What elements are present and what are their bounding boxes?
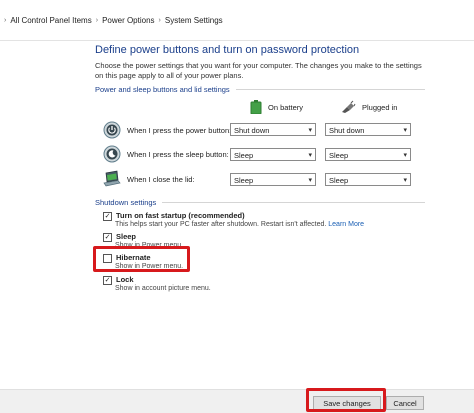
buttons-section-header: Power and sleep buttons and lid settings <box>95 85 425 94</box>
breadcrumb-power-options[interactable]: Power Options <box>102 16 154 25</box>
chevron-right-icon: › <box>4 17 7 24</box>
laptop-lid-icon <box>103 170 121 187</box>
lock-checkbox[interactable]: ✓ <box>103 276 112 285</box>
learn-more-link[interactable]: Learn More <box>328 221 364 228</box>
hibernate-highlight <box>93 246 190 272</box>
chevron-right-icon: › <box>158 17 161 24</box>
chevron-right-icon: › <box>95 17 99 24</box>
save-highlight <box>306 388 386 412</box>
lid-plugged-value: Sleep <box>329 176 349 185</box>
section-divider <box>235 89 425 90</box>
section-divider <box>162 202 425 203</box>
sleep-label: Sleep <box>116 232 137 241</box>
power-button-plugged-value: Shut down <box>329 126 365 135</box>
lock-option[interactable]: ✓ Lock <box>103 275 134 285</box>
lid-label: When I close the lid: <box>127 174 195 184</box>
lid-battery-value: Sleep <box>234 176 254 185</box>
address-bar: › All Control Panel Items › Power Option… <box>0 0 474 41</box>
sleep-button-icon <box>103 145 121 163</box>
cancel-button[interactable]: Cancel <box>386 396 424 410</box>
fast-startup-option[interactable]: ✓ Turn on fast startup (recommended) <box>103 211 245 221</box>
sleep-option[interactable]: ✓ Sleep <box>103 232 136 242</box>
breadcrumb-system-settings[interactable]: System Settings <box>165 16 223 25</box>
sleep-button-row: When I press the sleep button: <box>103 145 229 163</box>
chevron-down-icon: ▾ <box>403 152 407 159</box>
power-button-battery-select[interactable]: Shut down ▾ <box>230 123 316 136</box>
sleep-checkbox[interactable]: ✓ <box>103 233 112 242</box>
power-button-plugged-select[interactable]: Shut down ▾ <box>325 123 411 136</box>
sleep-button-plugged-value: Sleep <box>329 151 349 160</box>
fast-startup-label: Turn on fast startup (recommended) <box>116 211 245 220</box>
power-button-row: When I press the power button: <box>103 121 231 139</box>
checkmark-icon: ✓ <box>104 213 111 220</box>
power-button-icon <box>103 121 121 139</box>
column-plugged-in: Plugged in <box>340 100 397 114</box>
fast-startup-checkbox[interactable]: ✓ <box>103 212 112 221</box>
chevron-down-icon: ▾ <box>308 127 312 134</box>
checkmark-icon: ✓ <box>104 277 111 284</box>
breadcrumb-all-items[interactable]: All Control Panel Items <box>10 16 91 25</box>
buttons-section-title: Power and sleep buttons and lid settings <box>95 85 230 94</box>
lid-plugged-select[interactable]: Sleep ▾ <box>325 173 411 186</box>
chevron-down-icon: ▾ <box>308 152 312 159</box>
chevron-down-icon: ▾ <box>403 127 407 134</box>
sleep-button-plugged-select[interactable]: Sleep ▾ <box>325 148 411 161</box>
power-button-battery-value: Shut down <box>234 126 270 135</box>
breadcrumb: › All Control Panel Items › Power Option… <box>0 16 223 25</box>
battery-icon <box>250 100 262 114</box>
fast-startup-sub-text: This helps start your PC faster after sh… <box>115 221 327 228</box>
lid-battery-select[interactable]: Sleep ▾ <box>230 173 316 186</box>
sleep-button-battery-value: Sleep <box>234 151 254 160</box>
lock-description: Show in account picture menu. <box>115 285 211 292</box>
power-button-label: When I press the power button: <box>127 125 232 135</box>
on-battery-label: On battery <box>268 102 304 112</box>
page-title: Define power buttons and turn on passwor… <box>95 44 360 56</box>
page-description: Choose the power settings that you want … <box>95 61 422 80</box>
shutdown-section-header: Shutdown settings <box>95 198 425 207</box>
plug-icon <box>342 100 356 113</box>
lid-row: When I close the lid: <box>103 170 195 188</box>
chevron-down-icon: ▾ <box>403 177 407 184</box>
checkmark-icon: ✓ <box>104 234 111 241</box>
sleep-button-label: When I press the sleep button: <box>127 149 229 159</box>
plugged-in-label: Plugged in <box>362 102 398 112</box>
chevron-down-icon: ▾ <box>308 177 312 184</box>
shutdown-section-title: Shutdown settings <box>95 198 157 207</box>
sleep-button-battery-select[interactable]: Sleep ▾ <box>230 148 316 161</box>
column-on-battery: On battery <box>250 100 303 114</box>
lock-label: Lock <box>116 275 134 284</box>
fast-startup-description: This helps start your PC faster after sh… <box>115 221 364 228</box>
